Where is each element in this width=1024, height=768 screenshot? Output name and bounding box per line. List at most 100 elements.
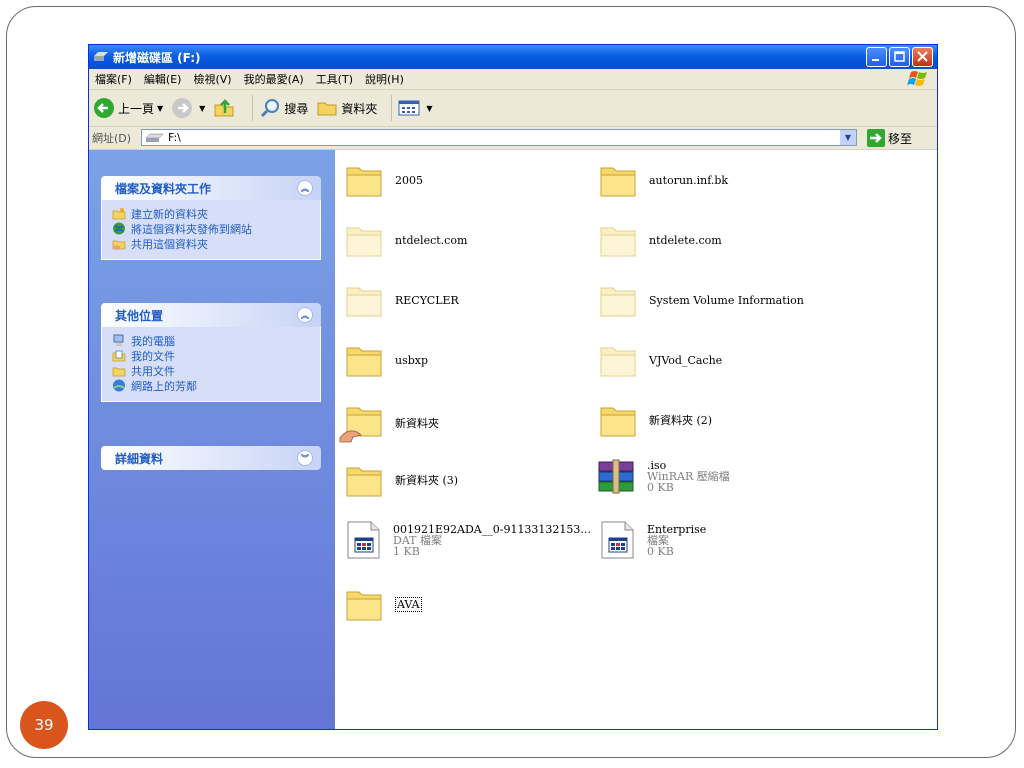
go-button[interactable]: 移至 (867, 129, 912, 147)
shared-folder-icon (339, 407, 382, 443)
file-item[interactable]: usbxp (345, 342, 428, 378)
chevron-down-icon[interactable]: ▼ (199, 104, 205, 113)
link-label: 建立新的資料夾 (131, 207, 208, 221)
file-meta: Enterprise 檔案 0 KB (647, 524, 706, 557)
file-item[interactable]: System Volume Information (599, 282, 804, 318)
expand-icon[interactable]: ︾ (297, 450, 313, 466)
file-item[interactable]: VJVod_Cache (599, 342, 722, 378)
details-header[interactable]: 詳細資料 ︾ (101, 446, 321, 470)
folder-faded-icon (600, 347, 636, 377)
file-item[interactable]: 新資料夾 (3) (345, 462, 458, 498)
toolbar-separator (391, 95, 393, 121)
folder-icon (600, 167, 636, 197)
minimize-button[interactable] (866, 47, 887, 67)
file-name: 新資料夾 (2) (649, 414, 713, 427)
chevron-down-icon[interactable]: ▼ (426, 104, 432, 113)
panel-title: 檔案及資料夾工作 (115, 181, 212, 196)
file-item[interactable]: 新資料夾 (2) (599, 402, 712, 438)
menu-tools[interactable]: 工具(T) (316, 71, 353, 87)
file-type: DAT 檔案 (393, 533, 442, 547)
explorer-window: 新增磁碟區 (F:) 檔案(F) 編輯(E) 檢視(V) 我的最愛(A) 工具(… (88, 44, 938, 730)
file-name-edit[interactable]: AVA (395, 596, 422, 612)
file-name: System Volume Information (649, 293, 804, 307)
shared-documents-icon (112, 367, 126, 377)
maximize-icon (894, 51, 905, 62)
search-button[interactable]: 搜尋 (259, 97, 308, 119)
task-new-folder[interactable]: 建立新的資料夾 (112, 206, 320, 221)
menu-edit[interactable]: 編輯(E) (144, 71, 182, 87)
network-places-icon (113, 379, 125, 392)
place-my-computer[interactable]: 我的電腦 (112, 333, 320, 348)
file-item[interactable]: AVA (345, 586, 422, 622)
details-panel: 詳細資料 ︾ (101, 446, 321, 470)
forward-arrow-icon (172, 98, 193, 118)
new-folder-icon (112, 208, 126, 220)
maximize-button[interactable] (889, 47, 910, 67)
folder-faded-icon (346, 287, 382, 317)
task-share-folder[interactable]: 共用這個資料夾 (112, 236, 320, 251)
close-button[interactable] (912, 47, 933, 67)
place-shared-documents[interactable]: 共用文件 (112, 363, 320, 378)
file-size: 1 KB (393, 544, 420, 558)
task-publish-web[interactable]: 將這個資料夾發佈到網站 (112, 221, 320, 236)
windows-logo-icon (907, 71, 927, 86)
folder-icon (600, 407, 636, 437)
title-bar[interactable]: 新增磁碟區 (F:) (89, 45, 937, 69)
toolbar-separator (252, 95, 254, 121)
menu-bar: 檔案(F) 編輯(E) 檢視(V) 我的最愛(A) 工具(T) 說明(H) (89, 69, 937, 90)
file-item[interactable]: 001921E92ADA__0-91133132153... DAT 檔案 1 … (345, 520, 591, 560)
place-network[interactable]: 網路上的芳鄰 (112, 378, 320, 393)
up-folder-button[interactable] (213, 97, 238, 119)
link-label: 共用文件 (131, 364, 175, 378)
collapse-icon[interactable]: ︽ (297, 180, 313, 196)
file-list: 2005 autorun.inf.bk ntdelect.com ntdelet… (335, 150, 937, 729)
address-input[interactable]: F:\ ▼ (141, 129, 857, 146)
drive-icon (94, 52, 108, 61)
panel-body: 我的電腦 我的文件 共用文件 網路上的芳鄰 (101, 327, 321, 402)
forward-button[interactable]: ▼ (171, 97, 205, 119)
page-number: 39 (20, 701, 68, 749)
go-label: 移至 (888, 131, 913, 146)
file-name: Enterprise (647, 522, 707, 536)
place-my-documents[interactable]: 我的文件 (112, 348, 320, 363)
address-value: F:\ (168, 131, 181, 144)
file-folder-tasks-panel: 檔案及資料夾工作 ︽ 建立新的資料夾 將這個資料夾發佈到網站 共用這個資料夾 (101, 176, 321, 260)
menu-file[interactable]: 檔案(F) (95, 71, 132, 87)
file-item[interactable]: Enterprise 檔案 0 KB (599, 520, 706, 560)
chevron-down-icon[interactable]: ▼ (840, 130, 856, 145)
file-folder-tasks-header[interactable]: 檔案及資料夾工作 ︽ (101, 176, 321, 200)
menu-help[interactable]: 說明(H) (365, 71, 404, 87)
address-bar: 網址(D) F:\ ▼ 移至 (89, 127, 937, 150)
file-item[interactable]: ntdelect.com (345, 222, 467, 258)
my-computer-icon (113, 334, 124, 346)
file-name: RECYCLER (395, 293, 459, 307)
file-item[interactable]: .iso WinRAR 壓縮檔 0 KB (595, 456, 730, 496)
file-item[interactable]: 新資料夾 (339, 402, 439, 444)
search-label: 搜尋 (284, 101, 309, 116)
file-size: 0 KB (647, 480, 674, 494)
file-item[interactable]: ntdelete.com (599, 222, 722, 258)
file-item[interactable]: autorun.inf.bk (599, 162, 728, 198)
other-places-header[interactable]: 其他位置 ︽ (101, 303, 321, 327)
folder-icon (346, 467, 382, 497)
back-label: 上一頁 (118, 101, 155, 116)
menu-view[interactable]: 檢視(V) (193, 71, 231, 87)
views-button[interactable]: ▼ (398, 99, 433, 117)
folders-button[interactable]: 資料夾 (316, 97, 377, 119)
file-name: 新資料夾 (3) (395, 474, 459, 487)
file-item[interactable]: RECYCLER (345, 282, 459, 318)
file-name: autorun.inf.bk (649, 173, 729, 187)
folder-up-icon (214, 99, 234, 117)
address-label: 網址(D) (92, 132, 132, 145)
toolbar: 上一頁 ▼ ▼ 搜尋 資料夾 ▼ (89, 90, 937, 127)
chevron-down-icon[interactable]: ▼ (157, 104, 163, 113)
minimize-icon (872, 59, 879, 61)
folder-faded-icon (346, 227, 382, 257)
back-button[interactable]: 上一頁 ▼ (93, 97, 163, 119)
collapse-icon[interactable]: ︽ (297, 307, 313, 323)
file-size: 0 KB (647, 544, 674, 558)
folder-icon (346, 167, 382, 197)
menu-favorites[interactable]: 我的最愛(A) (244, 71, 304, 87)
folder-faded-icon (600, 287, 636, 317)
file-item[interactable]: 2005 (345, 162, 423, 198)
